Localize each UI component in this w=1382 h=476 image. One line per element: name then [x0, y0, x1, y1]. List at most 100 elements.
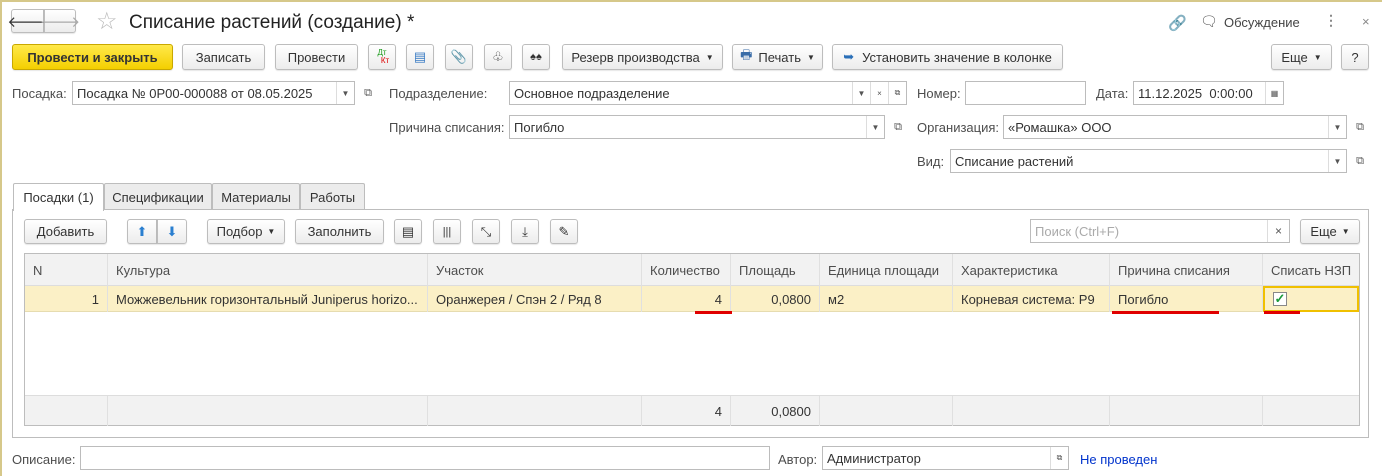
footer-cell — [25, 396, 108, 426]
col-n[interactable]: N — [25, 254, 108, 286]
cell-unit[interactable]: м2 — [820, 286, 953, 312]
col-qty[interactable]: Количество — [642, 254, 731, 286]
more-menu-icon[interactable]: ⋮ — [1324, 12, 1338, 29]
hierarchy-icon: ▤ — [413, 49, 427, 64]
cell-writeoff[interactable]: ✓ — [1263, 286, 1359, 312]
division-field[interactable]: Основное подразделение ▼ × ⧉ — [509, 81, 907, 105]
reason-value: Погибло — [514, 119, 565, 135]
tree-outline-icon: ♧ — [492, 49, 504, 64]
kt-icon: Кт — [380, 56, 390, 65]
tab-plantings[interactable]: Посадки (1) — [13, 183, 104, 211]
col-culture[interactable]: Культура — [108, 254, 428, 286]
clear-icon[interactable]: × — [870, 82, 888, 104]
trees-button[interactable]: ♠♠ — [522, 44, 550, 70]
search-input[interactable]: Поиск (Ctrl+F) × — [1030, 219, 1290, 243]
col-area[interactable]: Площадь — [731, 254, 820, 286]
resize-button[interactable]: ⤡ — [472, 219, 500, 244]
unload-button[interactable]: ⤓ — [511, 219, 539, 244]
cell-plot[interactable]: Оранжерея / Спэн 2 / Ряд 8 — [428, 286, 642, 312]
tab-materials[interactable]: Материалы — [212, 183, 300, 210]
reserve-production-button[interactable]: Резерв производства ▼ — [562, 44, 723, 70]
planting-label: Посадка: — [12, 86, 67, 101]
division-label: Подразделение: — [389, 86, 488, 101]
open-icon[interactable]: ⧉ — [1050, 447, 1068, 469]
clear-icon[interactable]: × — [1267, 220, 1289, 242]
link-icon[interactable]: 🔗 — [1168, 14, 1187, 32]
discussion-button[interactable]: Обсуждение — [1224, 15, 1300, 30]
table-row[interactable]: 1 Можжевельник горизонтальный Juniperus … — [25, 286, 1359, 312]
reason-field[interactable]: Погибло ▼ — [509, 115, 885, 139]
post-and-close-button[interactable]: Провести и закрыть — [12, 44, 173, 70]
author-field[interactable]: Администратор ⧉ — [822, 446, 1069, 470]
col-characteristic[interactable]: Характеристика — [953, 254, 1110, 286]
page-title: Списание растений (создание) * — [129, 12, 415, 33]
chevron-down-icon[interactable]: ▼ — [866, 116, 884, 138]
move-up-button[interactable]: ⬆ — [127, 219, 157, 244]
chevron-down-icon[interactable]: ▼ — [1328, 116, 1346, 138]
col-plot[interactable]: Участок — [428, 254, 642, 286]
abacus-button[interactable]: ▤ — [394, 219, 422, 244]
star-icon[interactable]: ☆ — [96, 7, 118, 36]
plantings-table: N Культура Участок Количество Площадь Ед… — [24, 253, 1360, 426]
planting-field[interactable]: Посадка № 0Р00-000088 от 08.05.2025 ▼ — [72, 81, 355, 105]
close-icon[interactable]: × — [1362, 14, 1370, 29]
help-button[interactable]: ? — [1341, 44, 1369, 70]
barcode-icon: ||| — [442, 225, 452, 238]
edit-button[interactable]: ✎ — [550, 219, 578, 244]
table-footer: 4 0,0800 — [25, 395, 1359, 426]
open-icon[interactable]: ⧉ — [359, 81, 377, 105]
description-input[interactable] — [80, 446, 770, 470]
chevron-down-icon: ▼ — [705, 52, 714, 62]
post-button[interactable]: Провести — [275, 44, 358, 70]
table-header: N Культура Участок Количество Площадь Ед… — [25, 254, 1359, 286]
attach-button[interactable]: 📎 — [445, 44, 473, 70]
cell-culture[interactable]: Можжевельник горизонтальный Juniperus ho… — [108, 286, 428, 312]
open-icon[interactable]: ⧉ — [1351, 115, 1369, 139]
tab-works[interactable]: Работы — [300, 183, 365, 210]
barcode-button[interactable]: ||| — [433, 219, 461, 244]
post-status-link[interactable]: Не проведен — [1080, 452, 1157, 467]
number-field[interactable] — [965, 81, 1086, 105]
chevron-down-icon[interactable]: ▼ — [1328, 150, 1346, 172]
arrow-right-icon: 🡒 — [39, 13, 81, 31]
date-value: 11.12.2025 0:00:00 — [1138, 85, 1253, 101]
cell-qty[interactable]: 4 — [642, 286, 731, 312]
move-down-button[interactable]: ⬇ — [157, 219, 187, 244]
col-unit[interactable]: Единица площади — [820, 254, 953, 286]
open-icon[interactable]: ⧉ — [889, 115, 907, 139]
chevron-down-icon[interactable]: ▼ — [852, 82, 870, 104]
reason-label: Причина списания: — [389, 120, 505, 135]
planting-value: Посадка № 0Р00-000088 от 08.05.2025 — [77, 85, 313, 101]
cell-reason[interactable]: Погибло — [1110, 286, 1263, 312]
arrow-down-icon: ⬇ — [166, 223, 178, 239]
tree-outline-button[interactable]: ♧ — [484, 44, 512, 70]
org-value: «Ромашка» ООО — [1008, 119, 1112, 135]
more-button[interactable]: Еще ▼ — [1271, 44, 1332, 70]
date-field[interactable]: 11.12.2025 0:00:00 ▦ — [1133, 81, 1284, 105]
add-button[interactable]: Добавить — [24, 219, 107, 244]
pick-button[interactable]: Подбор ▼ — [207, 219, 285, 244]
writeoff-checkbox[interactable]: ✓ — [1273, 291, 1287, 306]
trees-icon: ♠♠ — [530, 51, 542, 63]
col-reason[interactable]: Причина списания — [1110, 254, 1263, 286]
tab-specifications[interactable]: Спецификации — [104, 183, 212, 210]
calendar-icon[interactable]: ▦ — [1265, 82, 1283, 104]
chevron-down-icon: ▼ — [1341, 227, 1350, 236]
pencil-icon: ✎ — [558, 223, 570, 239]
print-button[interactable]: 🖶 Печать ▼ — [732, 44, 823, 70]
kind-field[interactable]: Списание растений ▼ — [950, 149, 1347, 173]
forward-button[interactable]: 🡒 — [40, 9, 80, 33]
set-column-value-button[interactable]: ➥ Установить значение в колонке — [832, 44, 1063, 70]
cell-characteristic[interactable]: Корневая система: Р9 — [953, 286, 1110, 312]
cell-area[interactable]: 0,0800 — [731, 286, 820, 312]
fill-button[interactable]: Заполнить — [295, 219, 384, 244]
chevron-down-icon[interactable]: ▼ — [336, 82, 354, 104]
open-icon[interactable]: ⧉ — [888, 82, 906, 104]
org-field[interactable]: «Ромашка» ООО ▼ — [1003, 115, 1347, 139]
open-icon[interactable]: ⧉ — [1351, 149, 1369, 173]
structure-button[interactable]: ▤ — [406, 44, 434, 70]
save-button[interactable]: Записать — [182, 44, 265, 70]
dt-kt-button[interactable]: Дт Кт — [368, 44, 396, 70]
col-writeoff[interactable]: Списать НЗП — [1263, 254, 1359, 286]
table-more-button[interactable]: Еще ▼ — [1300, 219, 1360, 244]
